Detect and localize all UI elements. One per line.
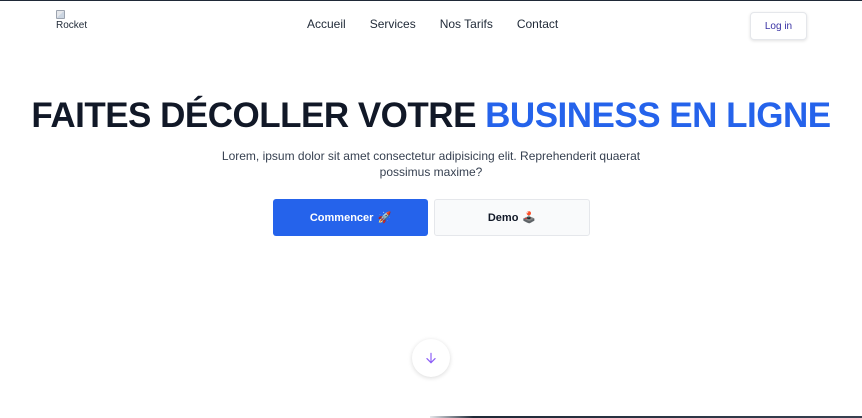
rocket-icon: 🚀 [377, 212, 392, 224]
arrow-down-icon [426, 352, 436, 364]
nav-link-accueil[interactable]: Accueil [307, 17, 346, 31]
top-navbar: Rocket Accueil Services Nos Tarifs Conta… [0, 1, 862, 51]
logo-alt-text: Rocket [56, 20, 88, 31]
commencer-button[interactable]: Commencer 🚀 [273, 199, 428, 236]
hero-title-accent: BUSINESS EN LIGNE [485, 96, 831, 135]
commencer-label: Commencer [309, 211, 374, 224]
login-button[interactable]: Log in [750, 12, 807, 40]
hero-title-main: FAITES DÉCOLLER VOTRE [31, 96, 476, 135]
demo-button[interactable]: Demo 🕹️ [434, 199, 590, 236]
hero-title: FAITES DÉCOLLER VOTRE BUSINESS EN LIGNE [0, 96, 862, 136]
hero-subtitle: Lorem, ipsum dolor sit amet consectetur … [221, 149, 641, 179]
logo[interactable]: Rocket [56, 10, 87, 31]
broken-image-icon [56, 10, 65, 19]
demo-label: Demo [487, 211, 519, 224]
nav-link-tarifs[interactable]: Nos Tarifs [440, 17, 493, 31]
nav-links: Accueil Services Nos Tarifs Contact [307, 17, 558, 31]
nav-link-contact[interactable]: Contact [517, 17, 558, 31]
joystick-icon: 🕹️ [522, 212, 537, 224]
scroll-down-button[interactable] [412, 339, 450, 377]
nav-link-services[interactable]: Services [370, 17, 416, 31]
